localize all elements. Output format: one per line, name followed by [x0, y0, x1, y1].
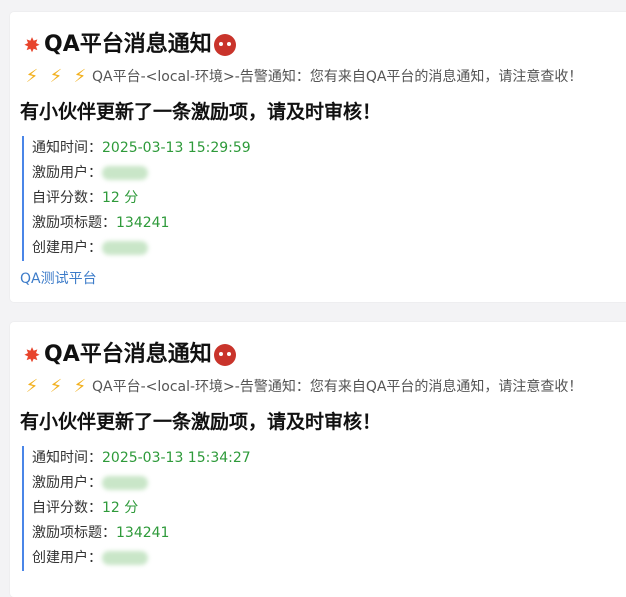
detail-label: 激励用户： — [32, 165, 102, 181]
card-title-text: QA平台消息通知 — [44, 32, 212, 57]
detail-row-self-score: 自评分数：12 分 — [32, 496, 251, 521]
detail-value: 12 分 — [102, 190, 139, 206]
subtitle-text: QA平台-<local-环境>-告警通知：您有来自QA平台的消息通知，请注意查收… — [92, 69, 583, 85]
lightning-icon: ⚡ — [73, 66, 87, 87]
notification-card: ✸ QA平台消息通知 ⚡ ⚡ ⚡ QA平台-<local-环境>-告警通知：您有… — [10, 322, 626, 597]
message-feed: ✸ QA平台消息通知 ⚡ ⚡ ⚡ QA平台-<local-环境>-告警通知：您有… — [0, 0, 626, 597]
card-subtitle: ⚡ ⚡ ⚡ QA平台-<local-环境>-告警通知：您有来自QA平台的消息通知… — [20, 376, 583, 398]
lightning-icon: ⚡ — [25, 66, 39, 87]
detail-label: 自评分数： — [32, 500, 102, 516]
detail-value: 134241 — [116, 525, 170, 541]
detail-label: 通知时间： — [32, 140, 102, 156]
card-title: ✸ QA平台消息通知 — [20, 30, 236, 60]
detail-row-creator: 创建用户： — [32, 546, 251, 571]
detail-value: 2025-03-13 15:29:59 — [102, 140, 251, 156]
card-headline: 有小伙伴更新了一条激励项，请及时审核！ — [20, 411, 382, 433]
card-title: ✸ QA平台消息通知 — [20, 340, 236, 370]
redacted-value — [102, 166, 148, 180]
card-subtitle: ⚡ ⚡ ⚡ QA平台-<local-环境>-告警通知：您有来自QA平台的消息通知… — [20, 66, 583, 88]
collision-icon: ✸ — [23, 33, 41, 57]
detail-label: 自评分数： — [32, 190, 102, 206]
detail-label: 创建用户： — [32, 550, 102, 566]
card-headline: 有小伙伴更新了一条激励项，请及时审核！ — [20, 101, 382, 123]
detail-row-reward-title: 激励项标题：134241 — [32, 521, 251, 546]
details-block: 通知时间：2025-03-13 15:29:59 激励用户： 自评分数：12 分… — [22, 136, 251, 261]
detail-value: 12 分 — [102, 500, 139, 516]
detail-row-notify-time: 通知时间：2025-03-13 15:29:59 — [32, 136, 251, 161]
ogre-icon — [213, 34, 236, 56]
detail-label: 激励项标题： — [32, 215, 116, 231]
detail-value: 2025-03-13 15:34:27 — [102, 450, 251, 466]
lightning-icon: ⚡ — [49, 376, 63, 397]
collision-icon: ✸ — [23, 343, 41, 367]
redacted-value — [102, 476, 148, 490]
ogre-icon — [213, 344, 236, 366]
detail-row-reward-user: 激励用户： — [32, 161, 251, 186]
notification-card: ✸ QA平台消息通知 ⚡ ⚡ ⚡ QA平台-<local-环境>-告警通知：您有… — [10, 12, 626, 302]
redacted-value — [102, 551, 148, 565]
card-title-text: QA平台消息通知 — [44, 342, 212, 367]
detail-label: 通知时间： — [32, 450, 102, 466]
lightning-icon: ⚡ — [73, 376, 87, 397]
detail-value: 134241 — [116, 215, 170, 231]
detail-label: 激励项标题： — [32, 525, 116, 541]
detail-row-reward-title: 激励项标题：134241 — [32, 211, 251, 236]
redacted-value — [102, 241, 148, 255]
detail-label: 激励用户： — [32, 475, 102, 491]
qa-platform-link[interactable]: QA测试平台 — [20, 268, 97, 290]
subtitle-text: QA平台-<local-环境>-告警通知：您有来自QA平台的消息通知，请注意查收… — [92, 379, 583, 395]
detail-row-self-score: 自评分数：12 分 — [32, 186, 251, 211]
detail-label: 创建用户： — [32, 240, 102, 256]
lightning-icon: ⚡ — [25, 376, 39, 397]
details-block: 通知时间：2025-03-13 15:34:27 激励用户： 自评分数：12 分… — [22, 446, 251, 571]
detail-row-creator: 创建用户： — [32, 236, 251, 261]
detail-row-reward-user: 激励用户： — [32, 471, 251, 496]
detail-row-notify-time: 通知时间：2025-03-13 15:34:27 — [32, 446, 251, 471]
lightning-icon: ⚡ — [49, 66, 63, 87]
